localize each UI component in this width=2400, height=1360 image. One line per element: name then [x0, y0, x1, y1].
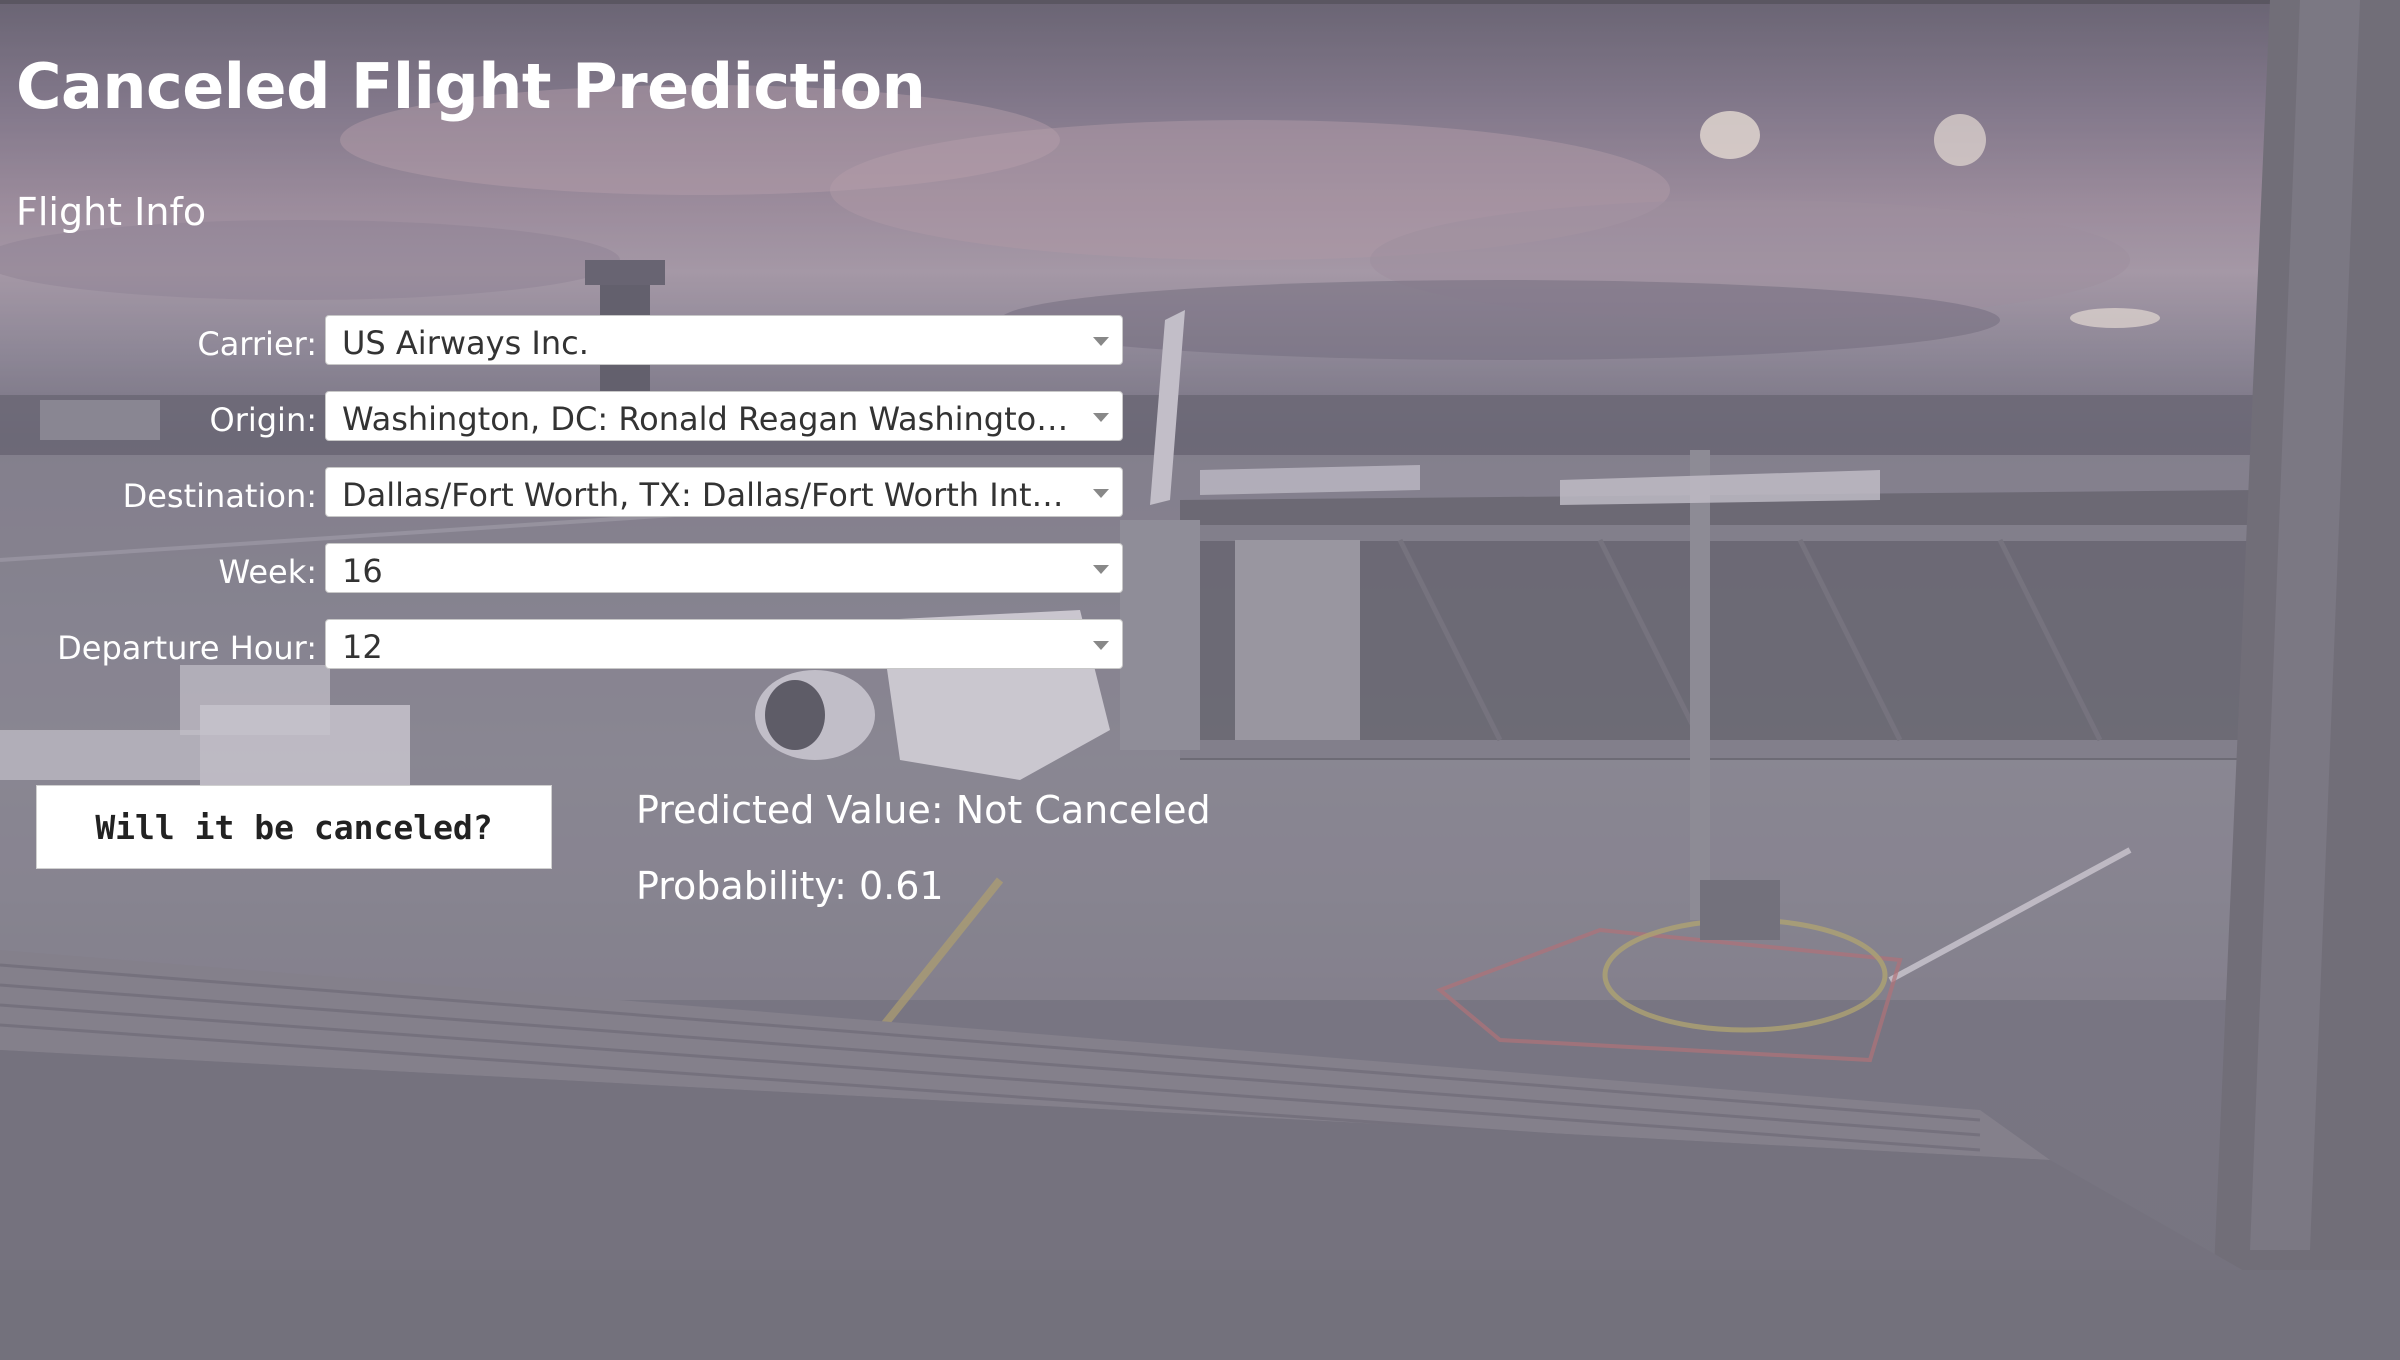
- departure-hour-row: Departure Hour: 12: [0, 619, 1130, 675]
- background-overlay: [0, 0, 2400, 1360]
- origin-label: Origin:: [209, 401, 318, 439]
- week-select[interactable]: 16: [325, 543, 1123, 593]
- carrier-selected-value: US Airways Inc.: [342, 324, 589, 362]
- week-label: Week:: [218, 553, 317, 591]
- carrier-row: Carrier: US Airways Inc.: [0, 315, 1130, 371]
- chevron-down-icon: [1093, 413, 1109, 422]
- carrier-label: Carrier:: [197, 325, 317, 363]
- chevron-down-icon: [1093, 489, 1109, 498]
- departure-hour-select[interactable]: 12: [325, 619, 1123, 669]
- chevron-down-icon: [1093, 565, 1109, 574]
- chevron-down-icon: [1093, 337, 1109, 346]
- carrier-select[interactable]: US Airways Inc.: [325, 315, 1123, 365]
- departure-hour-label: Departure Hour:: [57, 629, 317, 667]
- predicted-value-text: Predicted Value: Not Canceled: [636, 788, 1211, 832]
- page-title: Canceled Flight Prediction: [16, 50, 926, 123]
- probability-text: Probability: 0.61: [636, 864, 944, 908]
- chevron-down-icon: [1093, 641, 1109, 650]
- destination-select[interactable]: Dallas/Fort Worth, TX: Dallas/Fort Worth…: [325, 467, 1123, 517]
- app-page: Canceled Flight Prediction Flight Info C…: [0, 0, 2400, 1360]
- section-title-flight-info: Flight Info: [16, 190, 207, 234]
- predict-cancellation-button[interactable]: Will it be canceled?: [36, 785, 552, 869]
- destination-row: Destination: Dallas/Fort Worth, TX: Dall…: [0, 467, 1130, 523]
- origin-select[interactable]: Washington, DC: Ronald Reagan Washington…: [325, 391, 1123, 441]
- week-selected-value: 16: [342, 552, 383, 590]
- week-row: Week: 16: [0, 543, 1130, 599]
- destination-selected-value: Dallas/Fort Worth, TX: Dallas/Fort Worth…: [342, 476, 1074, 514]
- departure-hour-selected-value: 12: [342, 628, 383, 666]
- origin-row: Origin: Washington, DC: Ronald Reagan Wa…: [0, 391, 1130, 447]
- destination-label: Destination:: [122, 477, 317, 515]
- origin-selected-value: Washington, DC: Ronald Reagan Washington…: [342, 400, 1074, 438]
